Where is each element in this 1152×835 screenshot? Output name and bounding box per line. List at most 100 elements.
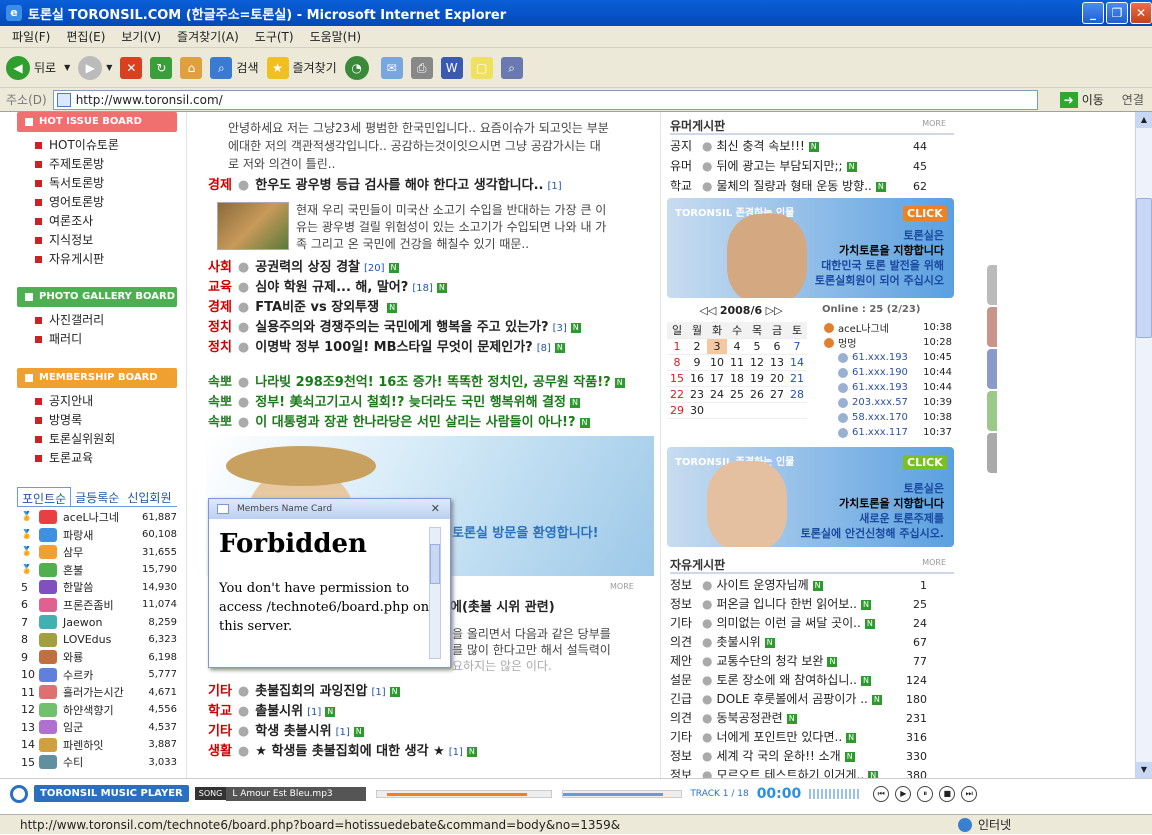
rank-row[interactable]: 15 수티 3,033	[17, 753, 177, 771]
calendar-day[interactable]: 13	[767, 354, 787, 371]
post-row[interactable]: 사회 ● 공권력의 상징 경찰 [20] N	[208, 258, 399, 278]
menu-favorites[interactable]: 즐겨찾기(A)	[169, 28, 247, 45]
rank-row[interactable]: 🏅 파랑새 60,108	[17, 526, 177, 544]
calendar-day[interactable]: 25	[727, 386, 747, 403]
sidebar-item-book[interactable]: 독서토론방	[33, 174, 177, 193]
next-month-icon[interactable]: ▷▷	[762, 304, 783, 317]
calendar-day[interactable]	[787, 402, 807, 419]
rank-row[interactable]: 🏅 혼불 15,790	[17, 561, 177, 579]
sidebar-item-gallery[interactable]: 사진갤러리	[33, 311, 177, 330]
calendar-day[interactable]: 15	[667, 370, 687, 387]
volume-bar[interactable]	[562, 789, 683, 798]
pause-icon[interactable]: ⏸	[917, 785, 934, 802]
banner-respected-person-2[interactable]: TORONSIL 존경하는 인물 CLICK 토론실은가치토론을 지향합니다새로…	[667, 447, 954, 547]
online-user[interactable]: 61.xxx.193 10:45	[822, 350, 952, 365]
calendar-day[interactable]: 2	[687, 338, 707, 355]
menu-file[interactable]: 파일(F)	[4, 28, 58, 45]
calendar-day[interactable]: 19	[747, 370, 767, 387]
vertical-scrollbar[interactable]: ▲ ▼	[1135, 112, 1152, 778]
post-row[interactable]: 생활 ● ★ 학생들 촛불집회에 대한 생각 ★ [1] N	[208, 742, 477, 762]
banner-respected-person-1[interactable]: TORONSIL 존경하는 인물 CLICK 토론실은 가치토론을 지향합니다 대한…	[667, 198, 954, 298]
side-tab-5[interactable]	[987, 433, 997, 473]
links-button[interactable]: 연결	[1122, 91, 1144, 108]
rank-row[interactable]: 14 파렌하잇 3,887	[17, 736, 177, 754]
headline-post[interactable]: 경제 ● 한우도 광우병 등급 검사를 해야 한다고 생각합니다.. [1]	[208, 176, 562, 196]
calendar-day[interactable]	[767, 402, 787, 419]
calendar-day[interactable]: 24	[707, 386, 727, 403]
post-row[interactable]: 교육 ● 심야 학원 규제... 해, 말어? [18] N	[208, 278, 447, 298]
rank-row[interactable]: 10 수르카 5,777	[17, 666, 177, 684]
calendar-day[interactable]: 10	[707, 354, 727, 371]
rank-row[interactable]: 13 임군 4,537	[17, 718, 177, 736]
calendar-day[interactable]: 12	[747, 354, 767, 371]
calendar-day[interactable]	[707, 402, 727, 419]
online-user[interactable]: 203.xxx.57 10:39	[822, 395, 952, 410]
sidebar-item-parody[interactable]: 패러디	[33, 330, 177, 349]
menu-view[interactable]: 보기(V)	[113, 28, 169, 45]
more-link-main[interactable]: MORE	[610, 582, 634, 591]
calendar-day[interactable]: 18	[727, 370, 747, 387]
scroll-up-icon[interactable]: ▲	[1136, 112, 1152, 128]
rank-row[interactable]: 5 한말씀 14,930	[17, 578, 177, 596]
menu-help[interactable]: 도움말(H)	[302, 28, 370, 45]
post-row[interactable]: 속뽀 ● 정부! 美쇠고기고시 철회!? 늦더라도 국민 행복위해 결정 N	[208, 393, 580, 413]
popup-scrollbar[interactable]	[429, 527, 441, 659]
post-row[interactable]: 정치 ● 이명박 정부 100일! MB스타일 무엇이 문제인가? [8] N	[208, 338, 565, 358]
calendar-day[interactable]: 26	[747, 386, 767, 403]
board-row[interactable]: 의견 ● 촛불시위 N 67	[670, 633, 955, 652]
sidebar-item-topic[interactable]: 주제토론방	[33, 155, 177, 174]
calendar-day[interactable]: 9	[687, 354, 707, 371]
calendar-day[interactable]	[727, 402, 747, 419]
minimize-button[interactable]: _	[1082, 2, 1104, 24]
back-button[interactable]: ◀ 뒤로 ▼	[6, 55, 70, 80]
board-row[interactable]: 기타 ● 너에게 포인트만 있다면.. N 316	[670, 728, 955, 747]
calendar-day[interactable]	[747, 402, 767, 419]
rank-row[interactable]: 7 Jaewon 8,259	[17, 613, 177, 631]
board-row[interactable]: 학교 ● 물체의 질량과 형태 운동 방향.. N 62	[670, 177, 955, 196]
online-user[interactable]: 61.xxx.117 10:37	[822, 425, 952, 440]
mail-button[interactable]: ✉	[380, 56, 403, 79]
post-row[interactable]: 속뽀 ● 나라빚 298조9천억! 16조 증가! 똑똑한 정치인, 공무원 작품!…	[208, 373, 625, 393]
address-input[interactable]: http://www.toronsil.com/	[52, 89, 1038, 110]
stop-icon[interactable]: ■	[939, 785, 956, 802]
menu-tools[interactable]: 도구(T)	[247, 28, 302, 45]
rank-row[interactable]: 9 와룡 6,198	[17, 648, 177, 666]
favorites-button[interactable]: ★ 즐겨찾기	[266, 56, 337, 79]
calendar-day[interactable]: 1	[667, 338, 687, 355]
research-button[interactable]: ⌕	[500, 56, 523, 79]
board-row[interactable]: 설문 ● 토론 장소에 왜 참여하십니.. N 124	[670, 671, 955, 690]
scroll-thumb[interactable]	[1136, 198, 1152, 338]
calendar-day[interactable]: 30	[687, 402, 707, 419]
calendar-day[interactable]: 20	[767, 370, 787, 387]
sidebar-item-education[interactable]: 토론교육	[33, 449, 177, 468]
post-row[interactable]: 학교 ● 촐불시위 [1] N	[208, 702, 336, 722]
post-row[interactable]: 경제 ● FTA비준 vs 장외투쟁 N	[208, 298, 398, 318]
popup-close-icon[interactable]: ✕	[431, 499, 440, 519]
board-row[interactable]: 공지 ● 최신 충격 속보!!! N 44	[670, 137, 955, 156]
calendar-day[interactable]: 27	[767, 386, 787, 403]
calendar-day[interactable]: 7	[787, 338, 807, 355]
calendar-day[interactable]: 21	[787, 370, 807, 387]
calendar-day[interactable]: 3	[707, 338, 727, 355]
post-row[interactable]: 기타 ● 촛불집회의 과잉진압 [1] N	[208, 682, 400, 702]
board-row[interactable]: 의견 ● 동북공정관련 N 231	[670, 709, 955, 728]
calendar-day[interactable]: 17	[707, 370, 727, 387]
cow-thumbnail[interactable]	[217, 202, 289, 250]
sidebar-item-guestbook[interactable]: 방명록	[33, 411, 177, 430]
board-row[interactable]: 유머 ● 뒤에 광고는 부담되지만;; N 45	[670, 157, 955, 176]
edit-button[interactable]: W	[440, 56, 463, 79]
side-tab-3[interactable]	[987, 349, 997, 389]
side-tab-4[interactable]	[987, 391, 997, 431]
search-button[interactable]: ⌕ 검색	[210, 56, 259, 79]
prev-month-icon[interactable]: ◁◁	[699, 304, 719, 317]
board-row[interactable]: 긴급 ● DOLE 후룻볼에서 곰팡이가 .. N 180	[670, 690, 955, 709]
board-row[interactable]: 기타 ● 의미없는 이런 글 써달 곳이.. N 24	[670, 614, 955, 633]
post-row[interactable]: 기타 ● 학생 촛불시위 [1] N	[208, 722, 364, 742]
side-tab-1[interactable]	[987, 265, 997, 305]
post-row[interactable]: 속뽀 ● 이 대통령과 장관 한나라당은 서민 살리는 사람들이 아나!? N	[208, 413, 590, 433]
calendar-day[interactable]: 23	[687, 386, 707, 403]
board-row[interactable]: 정보 ● 세계 각 국의 운하!! 소개 N 330	[670, 747, 955, 766]
hidden-post-title[interactable]: 에(촛불 시위 관련)	[450, 598, 555, 618]
go-button[interactable]: ➜ 이동	[1059, 91, 1104, 108]
calendar-day[interactable]: 28	[787, 386, 807, 403]
